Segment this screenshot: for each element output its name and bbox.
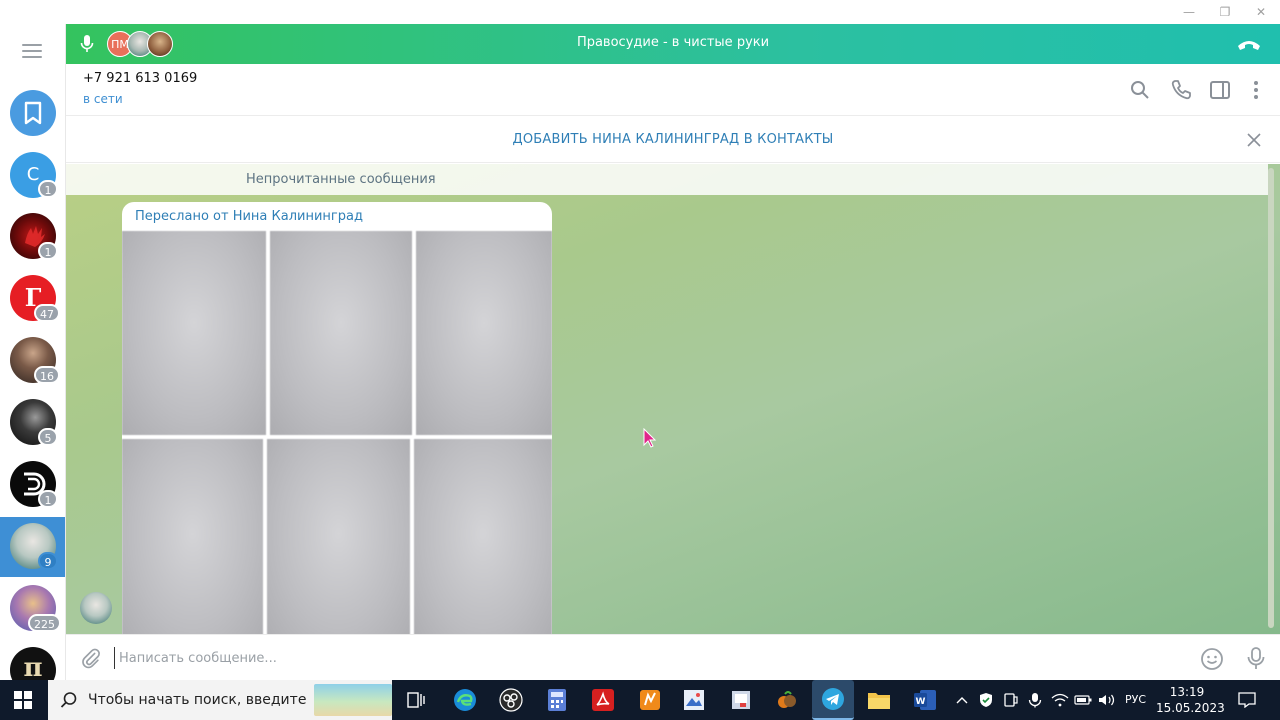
chat-c-letter: С — [26, 164, 40, 185]
chat-woman-badge: 9 — [38, 552, 58, 570]
system-clock[interactable]: 13:19 15.05.2023 — [1156, 684, 1225, 716]
clock-time: 13:19 — [1169, 685, 1205, 699]
chat-red-hand-badge: 1 — [38, 242, 58, 260]
wifi-icon[interactable] — [1051, 680, 1069, 720]
file-explorer-icon[interactable] — [865, 686, 893, 714]
telegram-taskbar-icon[interactable] — [812, 680, 854, 720]
battery-icon[interactable] — [1074, 680, 1092, 720]
image-app-icon[interactable] — [680, 686, 708, 714]
photo-thumbnail[interactable] — [270, 231, 412, 435]
chat-man-badge: 16 — [34, 366, 60, 384]
search-highlight-image — [314, 684, 392, 716]
chat-colorful-badge: 225 — [28, 614, 61, 632]
voice-message-icon[interactable] — [1246, 646, 1266, 672]
windows-start-icon[interactable] — [14, 691, 32, 709]
sender-avatar[interactable] — [80, 592, 112, 624]
restore-icon[interactable]: ❐ — [1208, 0, 1242, 24]
forwarded-from-label[interactable]: Переслано от Нина Калининград — [135, 209, 363, 224]
telegram-window: — ❐ ✕ С 1 1 Г 47 16 5 1 9 225 п ПМ Право… — [0, 0, 1280, 680]
chat-online-status: в сети — [83, 92, 123, 106]
phone-call-icon[interactable] — [1169, 78, 1193, 102]
photo-thumbnail[interactable] — [122, 231, 266, 435]
unread-label: Непрочитанные сообщения — [246, 172, 436, 187]
more-options-icon[interactable] — [1244, 78, 1268, 102]
chat-dark-portrait-badge: 5 — [38, 428, 58, 446]
clock-date: 15.05.2023 — [1156, 701, 1225, 715]
voice-chat-title: Правосудие - в чистые руки — [576, 35, 770, 50]
document-app-icon[interactable] — [727, 686, 755, 714]
windows-taskbar: Чтобы начать поиск, введите W РУС 13:19 … — [0, 680, 1280, 720]
taskbar-search-placeholder: Чтобы начать поиск, введите — [88, 692, 307, 708]
close-icon[interactable] — [1247, 133, 1261, 147]
compose-bar — [66, 634, 1280, 680]
fruit-app-icon[interactable] — [773, 686, 801, 714]
security-shield-icon[interactable] — [978, 680, 994, 720]
photo-thumbnail[interactable] — [122, 439, 263, 634]
chat-header[interactable]: +7 921 613 0169 в сети — [66, 64, 1280, 116]
message-area[interactable]: Непрочитанные сообщения Переслано от Нин… — [66, 164, 1280, 634]
task-view-icon[interactable] — [402, 686, 430, 714]
device-icon[interactable] — [1003, 680, 1019, 720]
chat-logo-b-badge: 1 — [38, 490, 58, 508]
sidebar-item-p[interactable]: п — [10, 647, 56, 680]
emoji-icon[interactable] — [1200, 647, 1224, 671]
attach-icon[interactable] — [80, 647, 102, 669]
chat-sidebar: С 1 1 Г 47 16 5 1 9 225 п — [0, 24, 66, 680]
photo-thumbnail[interactable] — [267, 439, 410, 634]
taskbar-search[interactable]: Чтобы начать поиск, введите — [48, 680, 392, 720]
forwarded-message[interactable]: Переслано от Нина Калининград — [122, 202, 552, 634]
hang-up-icon[interactable] — [1236, 36, 1262, 52]
minimize-icon[interactable]: — — [1172, 0, 1206, 24]
language-indicator[interactable]: РУС — [1125, 680, 1146, 720]
taskbar-search-icon — [60, 692, 77, 708]
bookmark-icon — [24, 101, 42, 125]
add-contact-button[interactable]: ДОБАВИТЬ НИНА КАЛИНИНГРАД В КОНТАКТЫ — [66, 117, 1280, 163]
tray-overflow-icon[interactable] — [954, 680, 970, 720]
chat-p-letter: п — [23, 653, 43, 680]
voice-chat-bar[interactable]: ПМ Правосудие - в чистые руки — [66, 24, 1280, 64]
mouse-cursor-icon — [643, 428, 657, 448]
obs-icon[interactable] — [497, 686, 525, 714]
sidebar-item-saved[interactable] — [10, 90, 56, 136]
search-icon[interactable] — [1128, 78, 1152, 102]
chat-c-badge: 1 — [38, 180, 58, 198]
notifications-icon[interactable] — [1238, 680, 1256, 720]
photo-thumbnail[interactable] — [416, 231, 552, 435]
message-scrollbar[interactable] — [1268, 168, 1274, 628]
calculator-icon[interactable] — [543, 686, 571, 714]
fl-studio-icon[interactable] — [636, 686, 664, 714]
volume-icon[interactable] — [1098, 680, 1116, 720]
chat-g-badge: 47 — [34, 304, 60, 322]
edge-browser-icon[interactable] — [451, 686, 479, 714]
menu-icon[interactable] — [22, 44, 42, 58]
acrobat-icon[interactable] — [589, 686, 617, 714]
sidebar-panel-icon[interactable] — [1208, 78, 1232, 102]
unread-divider: Непрочитанные сообщения — [66, 164, 1268, 195]
tray-microphone-icon[interactable] — [1028, 680, 1042, 720]
word-icon[interactable]: W — [911, 686, 939, 714]
close-window-icon[interactable]: ✕ — [1244, 0, 1278, 24]
svg-text:W: W — [916, 697, 926, 707]
message-input[interactable] — [114, 647, 1174, 669]
add-contact-bar: ДОБАВИТЬ НИНА КАЛИНИНГРАД В КОНТАКТЫ — [66, 117, 1280, 163]
title-bar: — ❐ ✕ — [0, 0, 1280, 24]
chat-phone-number: +7 921 613 0169 — [83, 71, 198, 86]
photo-thumbnail[interactable] — [414, 439, 552, 634]
